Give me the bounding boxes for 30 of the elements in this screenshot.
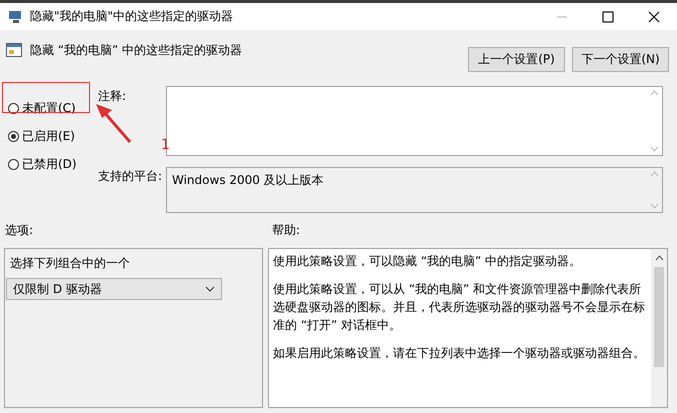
scroll-up-icon[interactable]: [654, 255, 664, 261]
scroll-down-icon[interactable]: [650, 203, 658, 209]
help-paragraph: 使用此策略设置，可以隐藏 “我的电脑” 中的指定驱动器。: [273, 253, 582, 270]
annotation-number: 1: [161, 137, 170, 153]
help-paragraph: 使用此策略设置，可以从 “我的电脑” 和文件资源管理器中删除代表所选硬盘驱动器的图标。并且，代表所选驱动器的驱动器号不会显示在标准的 “打开” 对话框中。: [273, 281, 646, 334]
options-prompt: 选择下列组合中的一个: [9, 255, 131, 272]
radio-label[interactable]: 已启用(E): [22, 128, 75, 144]
help-paragraph: 如果启用此策略设置，请在下拉列表中选择一个驱动器或驱动器组合。: [273, 345, 646, 362]
close-icon: [648, 10, 660, 22]
radio-button[interactable]: [8, 102, 19, 114]
computer-icon: [8, 10, 24, 24]
nav-button[interactable]: 下一个设置(N): [572, 47, 669, 72]
scrollbar[interactable]: [651, 249, 667, 407]
nav-button[interactable]: 上一个设置(P): [468, 47, 565, 72]
platform-label: 支持的平台:: [97, 168, 164, 185]
caret-icon: [205, 286, 215, 292]
annotation-arrow: [94, 102, 134, 144]
radio-label[interactable]: 已禁用(D): [22, 156, 77, 172]
comment-label: 注释:: [97, 88, 128, 105]
radio-button[interactable]: [8, 130, 19, 142]
platform-value: Windows 2000 及以上版本: [172, 173, 324, 187]
maximize-icon: [602, 10, 614, 22]
help-label: 帮助:: [272, 222, 300, 239]
drive-dropdown[interactable]: 仅限制 D 驱动器: [6, 278, 222, 300]
options-label: 选项:: [5, 222, 34, 239]
policy-icon: [6, 42, 22, 58]
window-title: 隐藏"我的电脑"中的这些指定的驱动器: [30, 8, 234, 25]
radio-button[interactable]: [8, 158, 19, 170]
policy-title: 隐藏 “我的电脑” 中的这些指定的驱动器: [30, 42, 244, 59]
scroll-down-icon[interactable]: [650, 146, 658, 152]
